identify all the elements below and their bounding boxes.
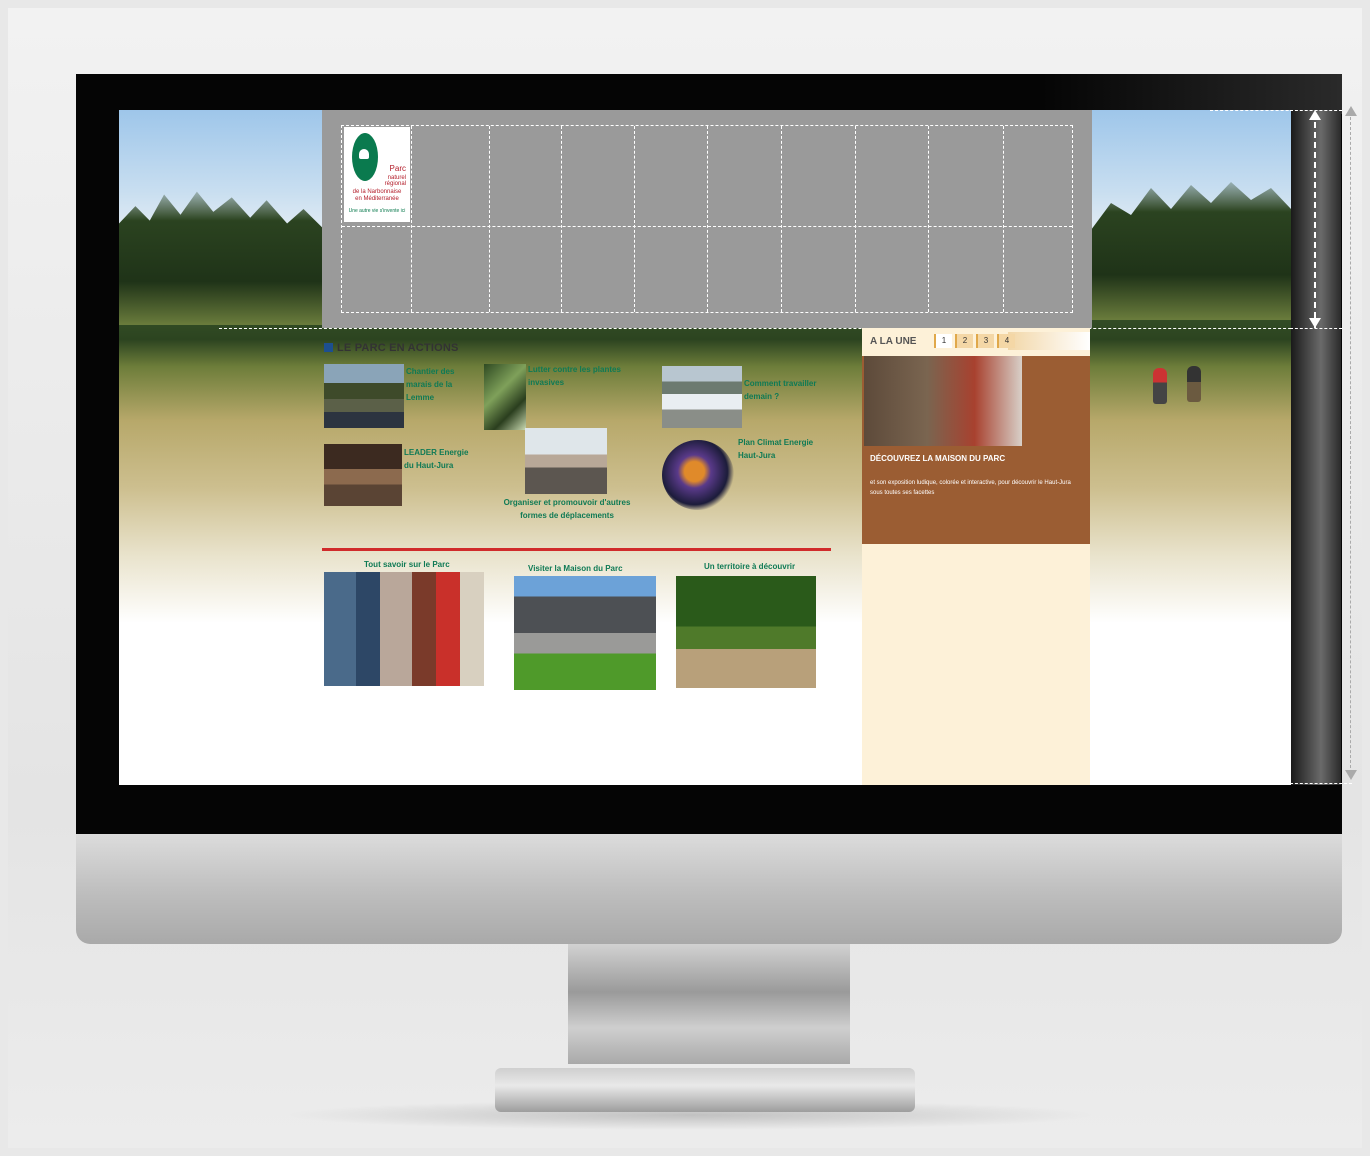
photo-caption[interactable]: Un territoire à découvrir — [704, 562, 795, 571]
dimension-arrow — [1314, 112, 1316, 328]
action-thumbnail[interactable] — [662, 366, 742, 428]
logo-tagline: Une autre vie s'invente ici — [348, 208, 406, 214]
feature-card[interactable]: DÉCOUVREZ LA MAISON DU PARC et son expos… — [862, 356, 1090, 544]
park-logo[interactable]: Parc naturel régional de la Narbonnaise … — [344, 127, 410, 222]
logo-text: de la Narbonnaise — [352, 189, 402, 195]
action-thumbnail[interactable] — [484, 364, 526, 430]
hiker-figure — [1187, 366, 1201, 402]
photo-card[interactable] — [676, 576, 816, 688]
action-link[interactable]: Plan Climat Energie Haut-Jura — [738, 436, 834, 462]
tab-2[interactable]: 2 — [955, 334, 973, 348]
grid-line — [634, 126, 635, 312]
main-content: LE PARC EN ACTIONS Chantier des marais d… — [322, 328, 862, 785]
photo-card[interactable] — [324, 572, 484, 686]
hiker-figure — [1153, 368, 1167, 404]
monitor-stand-neck — [568, 944, 850, 1064]
arrow-down-icon — [1309, 318, 1321, 328]
action-thumbnail[interactable] — [324, 364, 404, 428]
monitor-chin — [76, 834, 1342, 944]
dimension-arrow — [1350, 112, 1351, 778]
action-link[interactable]: LEADER Energie du Haut-Jura — [404, 446, 480, 472]
sidebar-a-la-une: A LA UNE 1 2 3 4 DÉCOUVREZ LA MAISON DU … — [862, 328, 1090, 785]
monitor-side-edge — [1291, 110, 1341, 785]
arrow-up-icon — [1345, 106, 1357, 116]
dimension-guide — [1290, 328, 1342, 329]
feature-image[interactable] — [864, 356, 1022, 446]
action-link[interactable]: Comment travailler demain ? — [744, 377, 830, 403]
section-divider — [322, 548, 831, 551]
grid-line — [1003, 126, 1004, 312]
arrow-up-icon — [1309, 110, 1321, 120]
logo-text: Parc — [389, 164, 406, 173]
action-link[interactable]: Chantier des marais de la Lemme — [406, 365, 472, 404]
photo-caption[interactable]: Tout savoir sur le Parc — [364, 560, 450, 569]
logo-emblem-icon — [352, 133, 378, 181]
grid-line — [781, 126, 782, 312]
logo-text: régional — [384, 181, 406, 187]
section-title: LE PARC EN ACTIONS — [324, 342, 459, 354]
monitor-stand-foot — [495, 1068, 915, 1112]
sidebar-label: A LA UNE — [870, 336, 917, 347]
action-thumbnail[interactable] — [324, 444, 402, 506]
action-link[interactable]: Lutter contre les plantes invasives — [528, 363, 640, 389]
action-thumbnail[interactable] — [525, 428, 607, 494]
action-thumbnail[interactable] — [662, 440, 734, 510]
grid-line — [561, 126, 562, 312]
photo-card[interactable] — [514, 576, 656, 690]
tab-3[interactable]: 3 — [976, 334, 994, 348]
arrow-down-icon — [1345, 770, 1357, 780]
guide-line — [1210, 110, 1291, 111]
tab-1[interactable]: 1 — [934, 334, 952, 348]
feature-text: et son exposition ludique, colorée et in… — [870, 480, 1071, 496]
grid-line — [489, 126, 490, 312]
photo-caption[interactable]: Visiter la Maison du Parc — [528, 564, 623, 573]
grid-line — [411, 126, 412, 312]
action-link[interactable]: Organiser et promouvoir d'autres formes … — [492, 496, 642, 522]
tab-4[interactable]: 4 — [997, 334, 1015, 348]
logo-text: en Méditerranée — [355, 196, 399, 202]
dimension-guide — [1290, 783, 1352, 784]
feature-title[interactable]: DÉCOUVREZ LA MAISON DU PARC — [870, 454, 1005, 463]
grid-line — [928, 126, 929, 312]
header-grid-overlay — [341, 125, 1073, 313]
tabs-row: A LA UNE 1 2 3 4 — [862, 332, 1090, 350]
grid-line — [855, 126, 856, 312]
grid-line — [707, 126, 708, 312]
website-screen: Parc naturel régional de la Narbonnaise … — [119, 110, 1291, 785]
